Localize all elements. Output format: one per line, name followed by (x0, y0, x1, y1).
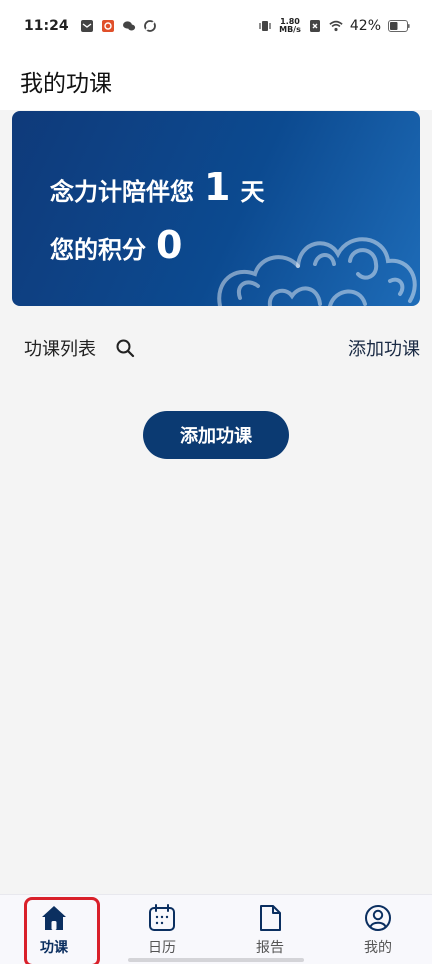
wechat-notification-icon (122, 19, 136, 33)
wifi-icon (329, 19, 343, 33)
tab-profile-label: 我的 (364, 940, 392, 956)
stats-banner: 念力计陪伴您 1 天 您的积分 0 (12, 111, 420, 306)
companion-days-label: 念力计陪伴您 (50, 178, 194, 206)
profile-icon (363, 903, 393, 933)
status-time: 11:24 (24, 18, 69, 34)
add-lesson-button[interactable]: 添加功课 (143, 411, 289, 459)
document-icon (255, 903, 285, 933)
bottom-tab-bar: 功课 日历 报告 我的 (0, 894, 432, 964)
mail-notification-icon (80, 19, 94, 33)
search-icon[interactable] (114, 337, 136, 359)
tab-calendar-label: 日历 (148, 940, 176, 956)
status-right: 1.80 MB/s 42% (258, 18, 410, 34)
tab-lessons-label: 功课 (40, 940, 68, 956)
points-label: 您的积分 (50, 236, 146, 264)
app-header: 我的功课 (0, 52, 432, 110)
network-speed-unit: MB/s (279, 25, 301, 34)
status-bar: 11:24 1.80 MB/s 42% (0, 0, 432, 52)
tab-report-label: 报告 (256, 940, 284, 956)
page-title: 我的功课 (20, 71, 112, 97)
sync-notification-icon (143, 19, 157, 33)
companion-days-line: 念力计陪伴您 1 天 (50, 165, 264, 209)
lesson-list-header: 功课列表 添加功课 (0, 326, 432, 370)
battery-percent: 42% (349, 18, 381, 34)
home-icon (39, 903, 69, 933)
points-line: 您的积分 0 (50, 223, 182, 267)
sim-disabled-icon (308, 19, 322, 33)
network-speed: 1.80 MB/s (279, 18, 301, 34)
companion-days-unit: 天 (240, 178, 265, 206)
calendar-icon (147, 903, 177, 933)
points-value: 0 (156, 223, 183, 267)
tab-report[interactable]: 报告 (216, 895, 324, 964)
app-notification-icon (101, 19, 115, 33)
tab-profile[interactable]: 我的 (324, 895, 432, 964)
tab-lessons[interactable]: 功课 (0, 895, 108, 964)
companion-days-value: 1 (204, 165, 231, 209)
lesson-list-title: 功课列表 (24, 339, 96, 360)
home-indicator (128, 958, 304, 962)
vibrate-icon (258, 19, 272, 33)
status-left: 11:24 (24, 18, 157, 34)
tab-calendar[interactable]: 日历 (108, 895, 216, 964)
add-lesson-link[interactable]: 添加功课 (348, 335, 420, 361)
battery-icon (388, 19, 410, 33)
